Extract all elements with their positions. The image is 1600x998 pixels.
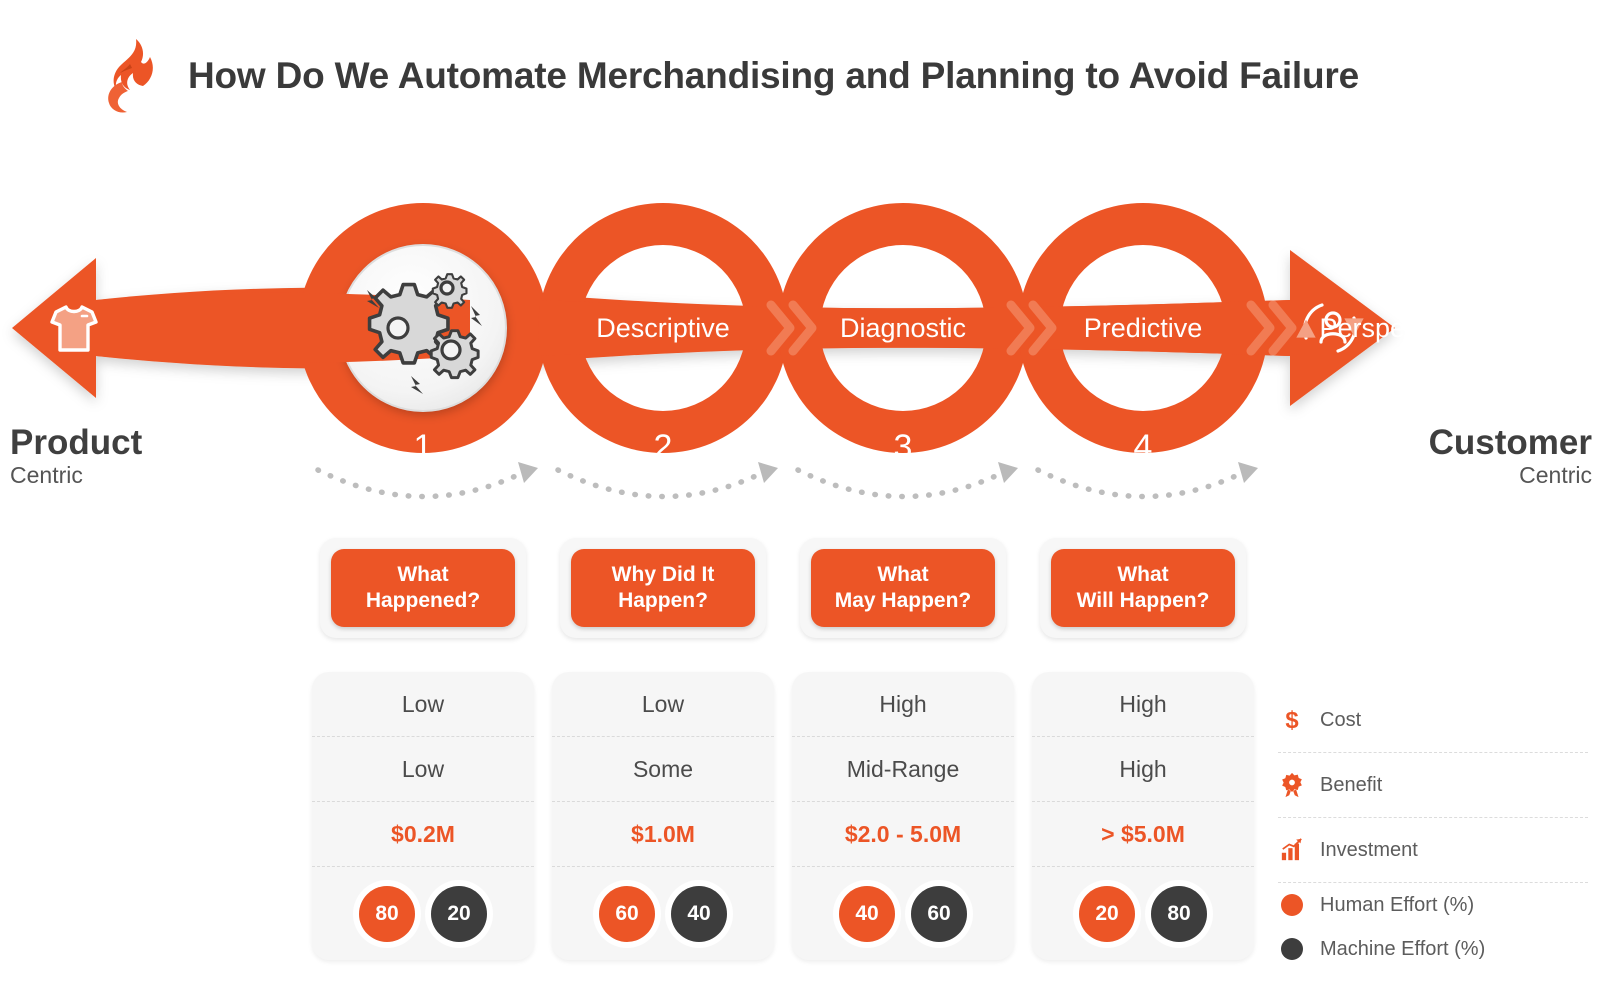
cost-value-1: Low	[312, 672, 534, 737]
progress-dotted-arrows	[315, 467, 1247, 500]
dollar-icon: $	[1278, 705, 1306, 735]
award-badge-icon	[1278, 770, 1306, 800]
effort-row-1: 80 20	[312, 867, 534, 960]
legend-item-machine-effort: Machine Effort (%)	[1278, 927, 1588, 971]
infographic-canvas: How Do We Automate Merchandising and Pla…	[0, 0, 1600, 998]
investment-value-2: $1.0M	[552, 802, 774, 867]
benefit-value-3: Mid-Range	[792, 737, 1014, 802]
legend-label-machine-effort: Machine Effort (%)	[1320, 937, 1486, 960]
question-label-4[interactable]: What Will Happen?	[1051, 549, 1235, 627]
effort-row-3: 40 60	[792, 867, 1014, 960]
machine-effort-badge-1: 20	[431, 885, 487, 942]
legend-item-cost: $ Cost	[1278, 688, 1588, 753]
customer-centric-title: Customer	[1428, 423, 1592, 462]
benefit-value-4: High	[1032, 737, 1254, 802]
human-effort-badge-2: 60	[599, 885, 655, 942]
question-label-3[interactable]: What May Happen?	[811, 549, 995, 627]
cost-value-4: High	[1032, 672, 1254, 737]
question-card-1[interactable]: What Happened?	[320, 538, 526, 638]
cost-value-3: High	[792, 672, 1014, 737]
process-flow-diagram	[12, 203, 1395, 500]
human-effort-badge-4: 20	[1079, 885, 1135, 942]
investment-value-1: $0.2M	[312, 802, 534, 867]
question-label-1[interactable]: What Happened?	[331, 549, 515, 627]
question-card-2[interactable]: Why Did It Happen?	[560, 538, 766, 638]
band-center-strip	[96, 292, 1290, 364]
product-centric-title: Product	[10, 423, 143, 462]
metric-card-4[interactable]: High High > $5.0M 20 80	[1032, 672, 1254, 960]
machine-effort-badge-4: 80	[1151, 885, 1207, 942]
legend-label-cost: Cost	[1320, 708, 1362, 731]
legend-label-investment: Investment	[1320, 838, 1418, 861]
customer-centric-label: Customer Centric	[1428, 423, 1592, 489]
cost-value-2: Low	[552, 672, 774, 737]
benefit-value-2: Some	[552, 737, 774, 802]
customer-centric-subtitle: Centric	[1519, 461, 1592, 488]
flame-icon	[108, 39, 153, 113]
legend-item-benefit: Benefit	[1278, 753, 1588, 818]
legend: $ Cost Benefit Investment Human Effort (…	[1278, 688, 1588, 971]
metric-card-2[interactable]: Low Some $1.0M 60 40	[552, 672, 774, 960]
metric-card-1[interactable]: Low Low $0.2M 80 20	[312, 672, 534, 960]
metric-card-3[interactable]: High Mid-Range $2.0 - 5.0M 40 60	[792, 672, 1014, 960]
question-label-2[interactable]: Why Did It Happen?	[571, 549, 755, 627]
product-centric-subtitle: Centric	[10, 461, 83, 488]
legend-item-human-effort: Human Effort (%)	[1278, 883, 1588, 927]
orange-dot-icon	[1278, 890, 1306, 920]
bar-chart-icon	[1278, 835, 1306, 865]
investment-value-3: $2.0 - 5.0M	[792, 802, 1014, 867]
legend-item-investment: Investment	[1278, 818, 1588, 883]
question-card-4[interactable]: What Will Happen?	[1040, 538, 1246, 638]
title-bar: How Do We Automate Merchandising and Pla…	[100, 38, 1359, 114]
tshirt-icon	[50, 305, 98, 352]
legend-label-benefit: Benefit	[1320, 773, 1383, 796]
human-effort-badge-3: 40	[839, 885, 895, 942]
dark-dot-icon	[1278, 934, 1306, 964]
svg-text:$: $	[1285, 707, 1298, 733]
question-card-3[interactable]: What May Happen?	[800, 538, 1006, 638]
page-title: How Do We Automate Merchandising and Pla…	[188, 55, 1359, 96]
product-centric-label: Product Centric	[10, 423, 143, 489]
effort-row-2: 60 40	[552, 867, 774, 960]
legend-label-human-effort: Human Effort (%)	[1320, 893, 1475, 916]
benefit-value-1: Low	[312, 737, 534, 802]
progress-arrowheads	[518, 462, 1258, 483]
machine-effort-badge-3: 60	[911, 885, 967, 942]
machine-effort-badge-2: 40	[671, 885, 727, 942]
effort-row-4: 20 80	[1032, 867, 1254, 960]
investment-value-4: > $5.0M	[1032, 802, 1254, 867]
human-effort-badge-1: 80	[359, 885, 415, 942]
